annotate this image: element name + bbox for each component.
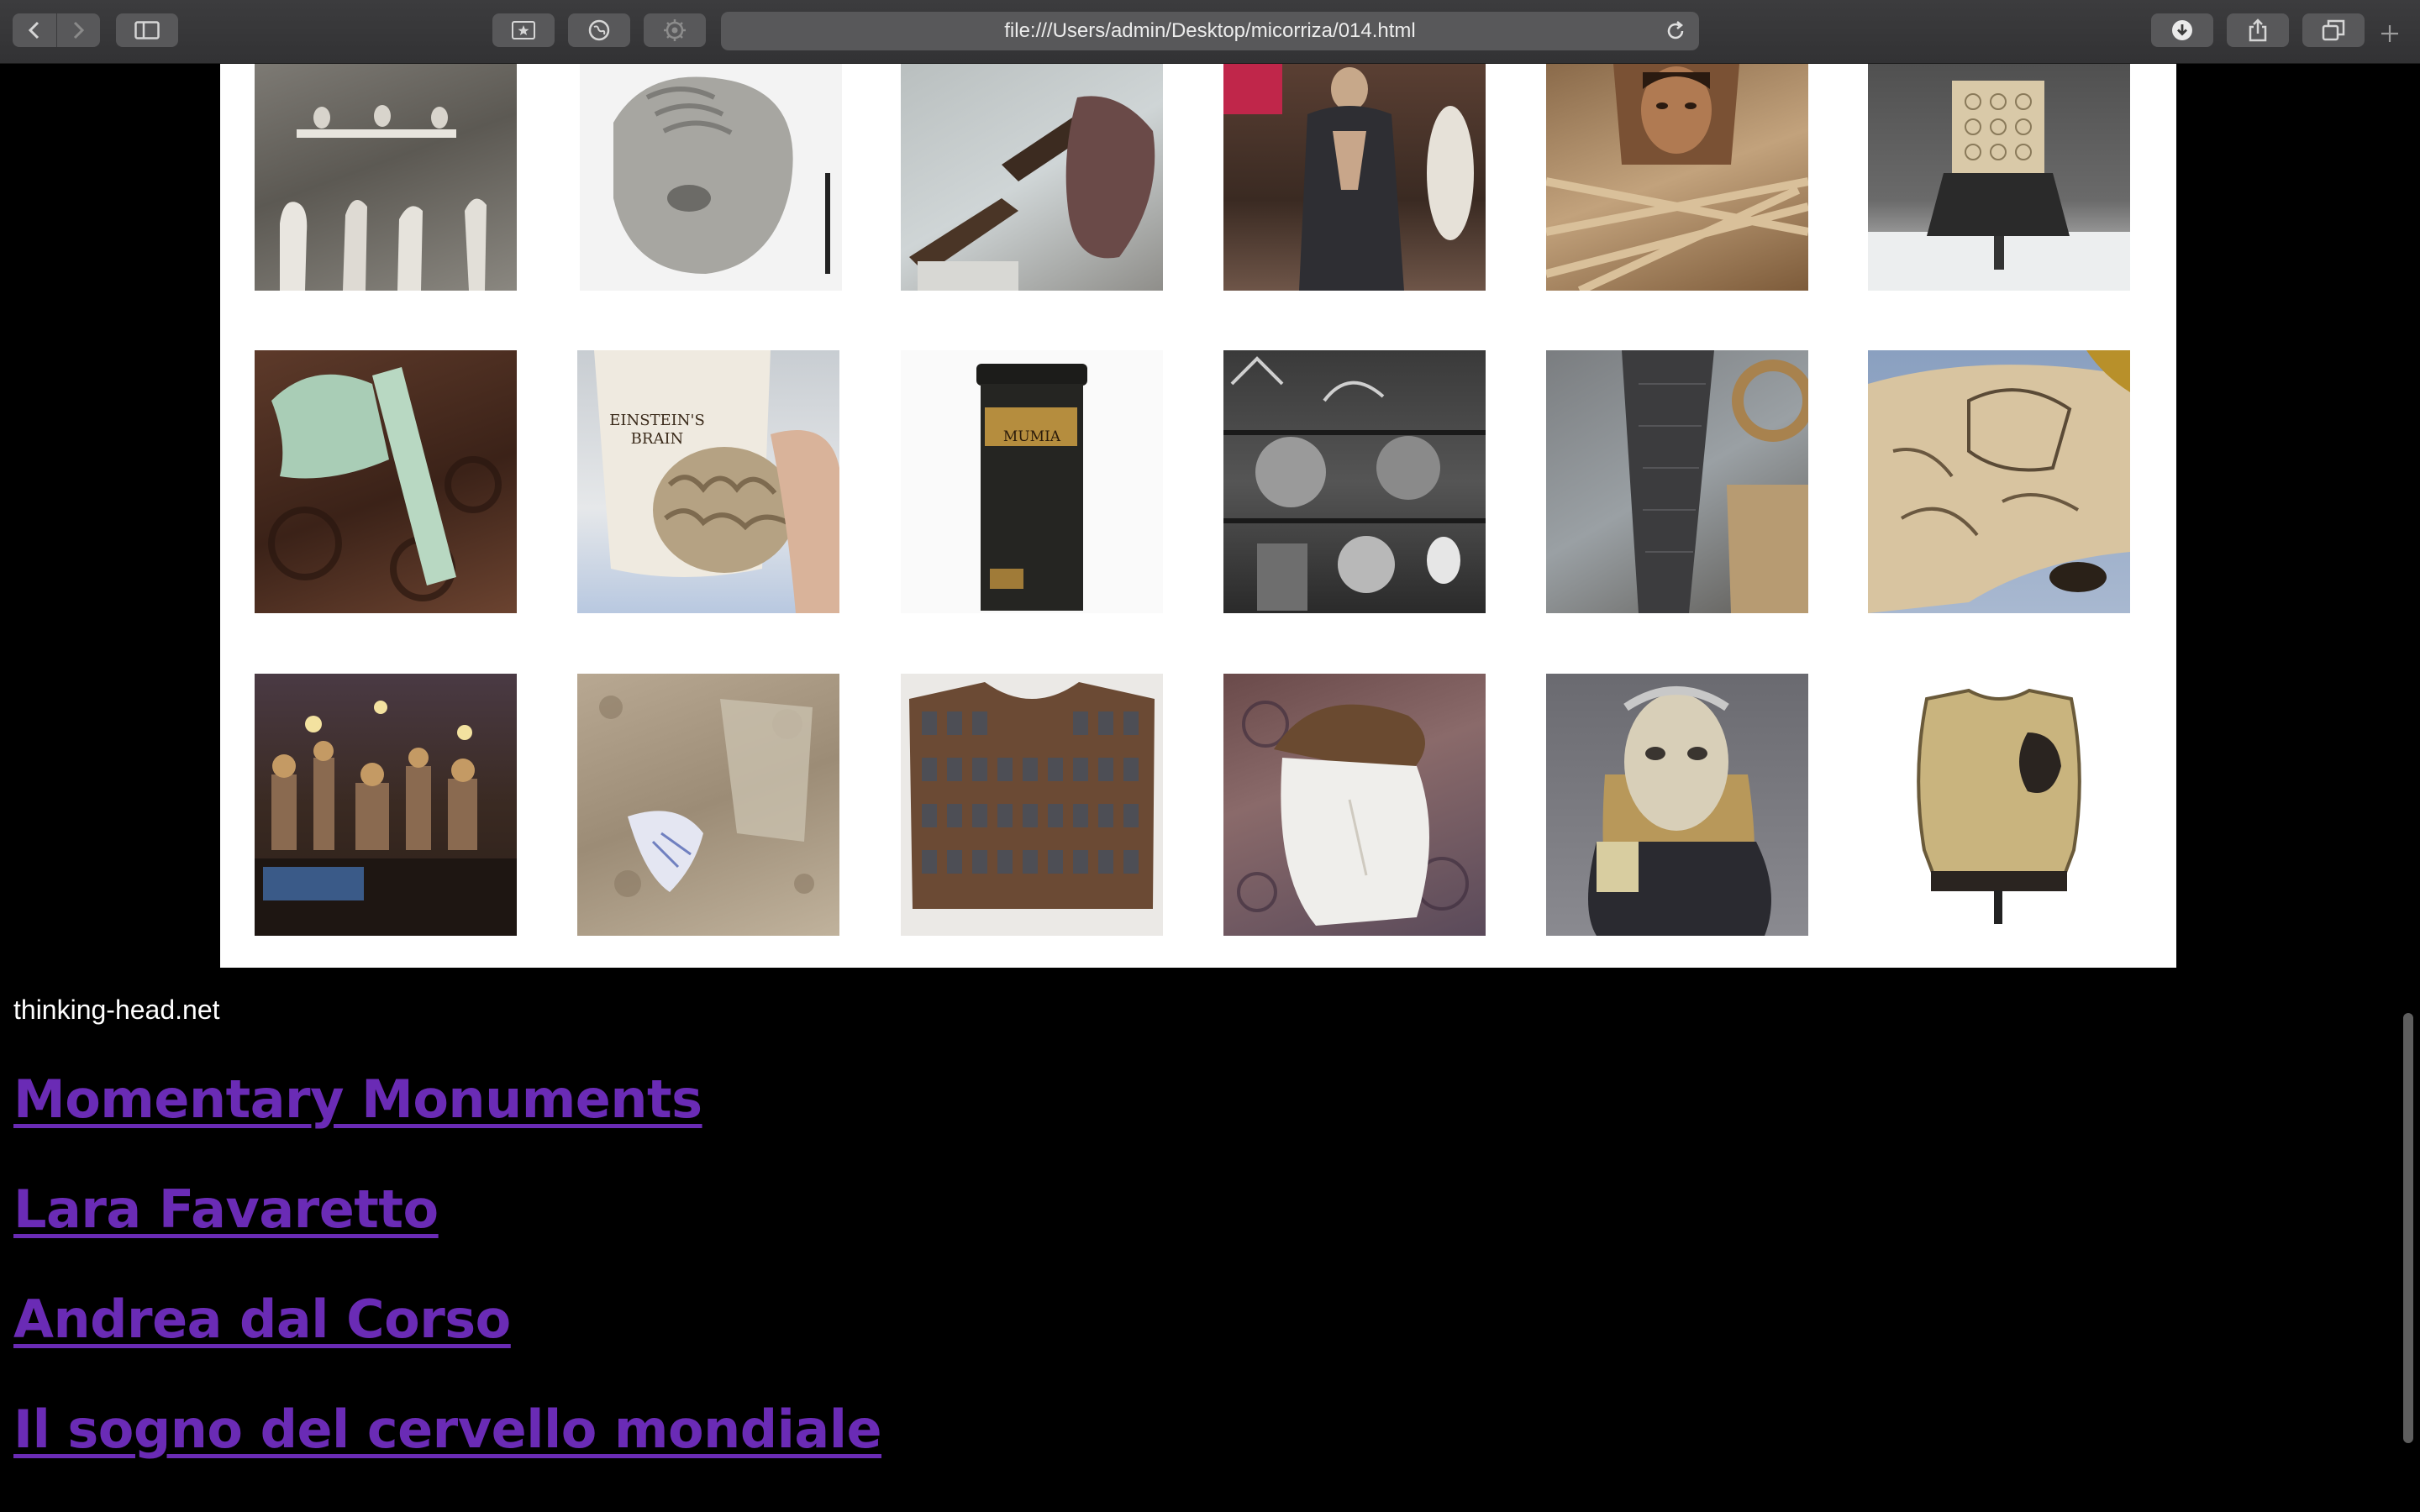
back-button[interactable] (13, 13, 56, 47)
brain-bucket-label: EINSTEIN'S BRAIN (609, 412, 705, 448)
gallery-image-wall-paper-note[interactable] (577, 674, 839, 936)
image-gallery: EINSTEIN'S BRAIN MUMIA (220, 64, 2176, 968)
share-button[interactable] (2227, 13, 2289, 47)
gallery-image-mumia-jar[interactable]: MUMIA (901, 350, 1163, 613)
link-momentary-monuments[interactable]: Momentary Monuments (13, 1068, 702, 1130)
gallery-image-statues[interactable] (255, 64, 517, 291)
link-lara-favaretto[interactable]: Lara Favaretto (13, 1179, 439, 1240)
plus-icon (2381, 25, 2398, 42)
source-caption: thinking-head.net (13, 995, 220, 1025)
gallery-image-carved-skull[interactable] (1868, 350, 2130, 613)
gallery-image-cabinet-of-curiosities[interactable] (1223, 350, 1486, 613)
gallery-image-oracle-box[interactable] (1868, 64, 2130, 291)
tabs-icon (2322, 19, 2345, 41)
chevron-right-icon (73, 21, 85, 39)
link-il-sogno-del-cervello-mondiale[interactable]: Il sogno del cervello mondiale (13, 1399, 882, 1460)
star-icon (512, 21, 535, 39)
gallery-image-religious-statue[interactable] (1223, 64, 1486, 291)
gallery-image-einsteins-brain[interactable]: EINSTEIN'S BRAIN (577, 350, 839, 613)
favorites-button[interactable] (492, 13, 555, 47)
reload-button[interactable] (1664, 19, 1687, 46)
sidebar-icon (134, 21, 160, 39)
extension-button[interactable] (644, 13, 706, 47)
sidebar-button[interactable] (116, 13, 178, 47)
gallery-image-rolled-scroll[interactable] (1546, 350, 1808, 613)
download-icon (2172, 20, 2192, 40)
gallery-image-masked-figure[interactable] (1546, 674, 1808, 936)
share-icon (2249, 18, 2267, 42)
navigation-buttons (13, 13, 100, 47)
downloads-button[interactable] (2151, 13, 2213, 47)
jar-label: MUMIA (1002, 428, 1061, 446)
gallery-image-breastplate[interactable] (1868, 674, 2130, 936)
web-button[interactable] (568, 13, 630, 47)
address-bar[interactable]: file:///Users/admin/Desktop/micorriza/01… (721, 12, 1699, 50)
chevron-left-icon (28, 21, 39, 39)
gallery-image-crowded-altar[interactable] (255, 674, 517, 936)
scrollbar-thumb[interactable] (2403, 1013, 2413, 1443)
gallery-image-stone-head[interactable] (580, 64, 842, 291)
browser-toolbar: file:///Users/admin/Desktop/micorriza/01… (0, 0, 2420, 64)
gallery-image-armor-tunic[interactable] (901, 674, 1163, 936)
new-tab-button[interactable] (2380, 24, 2400, 49)
forward-button[interactable] (57, 13, 100, 47)
gallery-image-mummy-portrait[interactable] (1546, 64, 1808, 291)
gallery-image-meteorite-tools[interactable] (901, 64, 1163, 291)
gallery-image-wig-shirt[interactable] (1223, 674, 1486, 936)
gallery-image-jade-axe[interactable] (255, 350, 517, 613)
reload-icon (1667, 21, 1684, 39)
tabs-overview-button[interactable] (2302, 13, 2365, 47)
gear-icon (664, 19, 686, 41)
url-text: file:///Users/admin/Desktop/micorriza/01… (1004, 19, 1416, 42)
link-andrea-dal-corso[interactable]: Andrea dal Corso (13, 1289, 511, 1350)
globe-icon (588, 19, 610, 41)
